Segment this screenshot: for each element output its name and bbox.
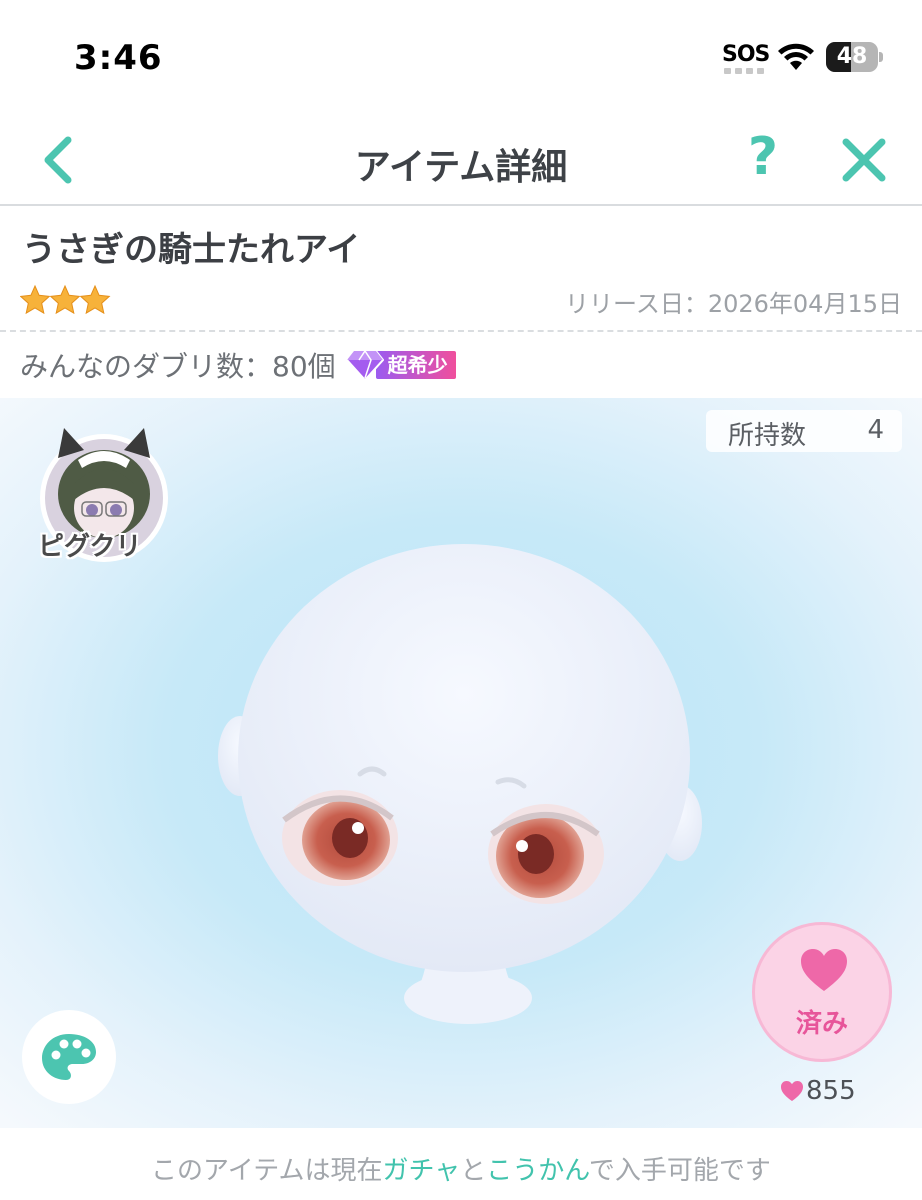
close-icon[interactable] bbox=[836, 132, 892, 188]
status-time: 3:46 bbox=[74, 38, 163, 78]
nav-header: アイテム詳細 ? bbox=[0, 110, 922, 206]
palette-icon bbox=[42, 1034, 96, 1080]
availability-pre: このアイテムは現在 bbox=[151, 1156, 383, 1186]
owned-label: 所持数 bbox=[728, 421, 807, 451]
rarity-badge: 超希少 bbox=[345, 349, 456, 382]
help-button[interactable]: ? bbox=[738, 124, 788, 190]
diamond-icon bbox=[345, 349, 384, 382]
signal-dots-icon bbox=[724, 68, 764, 74]
star-rating bbox=[20, 284, 111, 315]
item-preview-area: 所持数 4 ピグクリ 済み 855 bbox=[0, 398, 922, 1128]
like-count: 855 bbox=[780, 1074, 856, 1108]
star-icon bbox=[79, 284, 111, 315]
creator-name[interactable]: ピグクリ bbox=[38, 526, 141, 563]
owned-value: 4 bbox=[867, 415, 884, 445]
heart-icon bbox=[781, 1080, 803, 1102]
wifi-icon bbox=[778, 43, 814, 70]
release-date: リリース日：2026年04月15日 bbox=[565, 290, 902, 318]
palette-button[interactable] bbox=[22, 1010, 116, 1104]
owned-count-badge: 所持数 4 bbox=[706, 410, 902, 452]
like-status: 済み bbox=[795, 1009, 848, 1039]
battery-icon: 48 bbox=[826, 42, 883, 72]
rarity-label: 超希少 bbox=[375, 351, 456, 379]
duplicate-count: みんなのダブリ数：80個 bbox=[20, 350, 336, 383]
availability-post: で入手可能です bbox=[588, 1156, 771, 1186]
avatar-head-preview bbox=[218, 544, 702, 1024]
like-button[interactable]: 済み bbox=[752, 922, 892, 1062]
star-icon bbox=[20, 284, 51, 315]
duplicate-count-row: みんなのダブリ数：80個 超希少 bbox=[20, 345, 456, 385]
status-bar: 3:46 SOS 48 bbox=[0, 0, 922, 110]
availability-mid: と bbox=[460, 1156, 487, 1186]
item-name: うさぎの騎士たれアイ bbox=[22, 230, 361, 270]
heart-icon bbox=[801, 949, 847, 991]
availability-text: このアイテムは現在ガチャとこうかんで入手可能です bbox=[0, 1150, 922, 1187]
gacha-link[interactable]: ガチャ bbox=[382, 1156, 460, 1186]
like-count-value: 855 bbox=[806, 1076, 856, 1106]
battery-percent: 48 bbox=[836, 44, 868, 69]
star-icon bbox=[49, 284, 81, 315]
exchange-link[interactable]: こうかん bbox=[486, 1156, 589, 1186]
divider bbox=[0, 330, 922, 332]
sos-indicator: SOS bbox=[722, 42, 770, 67]
